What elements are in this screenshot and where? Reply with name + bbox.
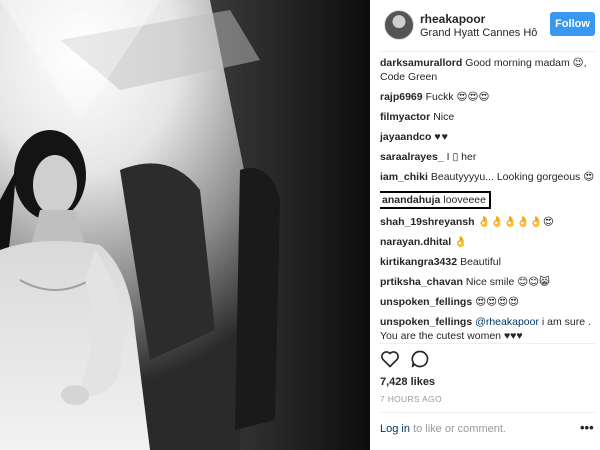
comment-item: unspoken_fellings @rheakapoor i am sure .…	[380, 315, 596, 342]
comment-username[interactable]: prtiksha_chavan	[380, 276, 463, 288]
footer-divider	[380, 412, 596, 413]
header-divider	[380, 51, 596, 52]
comment-username[interactable]: filmyactor	[380, 111, 430, 123]
comment-text: 👌👌👌👌👌😍	[477, 216, 554, 228]
comment-item: prtiksha_chavan Nice smile 😊😊😸	[380, 275, 596, 289]
comment-item: iam_chiki Beautyyyyu... Looking gorgeous …	[380, 170, 596, 184]
comment-username[interactable]: unspoken_fellings	[380, 296, 472, 308]
comment-text: Beautiful	[460, 256, 501, 268]
post-username[interactable]: rheakapoor	[420, 12, 485, 26]
comment-username[interactable]: narayan.dhital	[380, 236, 451, 248]
login-prompt-text: to like or comment.	[409, 423, 506, 435]
comment-username[interactable]: darksamurallord	[380, 57, 462, 69]
comment-text: ♥♥	[434, 131, 449, 143]
actions-divider	[380, 343, 596, 344]
comment-item: jayaandco ♥♥	[380, 130, 596, 144]
avatar[interactable]	[384, 10, 414, 40]
comment-username[interactable]: rajp6969	[380, 91, 423, 103]
comment-text: Nice	[433, 111, 455, 123]
comment-text: looveeee	[443, 194, 486, 206]
comment-username[interactable]: unspoken_fellings	[380, 316, 472, 328]
likes-count[interactable]: 7,428 likes	[380, 376, 435, 388]
comment-text: Beautyyyyu... Looking gorgeous 😍	[430, 171, 595, 183]
heart-outline-icon[interactable]	[380, 349, 400, 369]
action-bar	[380, 349, 450, 369]
comment-text: 😍😍😍😍	[475, 296, 519, 308]
highlighted-comment-item: anandahuja looveeee	[380, 191, 491, 209]
comment-text: Fuckk 😍😍😍	[425, 91, 490, 103]
instagram-post: rheakapoor Grand Hyatt Cannes Hô... Foll…	[0, 0, 600, 450]
comment-bubble-icon[interactable]	[410, 349, 430, 369]
comments-list[interactable]: darksamurallord Good morning madam 😉, Cod…	[380, 56, 596, 342]
comment-item: kirtikangra3432 Beautiful	[380, 255, 596, 269]
login-prompt: Log in to like or comment.	[380, 423, 506, 435]
comment-username[interactable]: kirtikangra3432	[380, 256, 457, 268]
comment-item: saraalrayes_ I ▯ her	[380, 150, 596, 164]
comment-username[interactable]: saraalrayes_	[380, 151, 444, 163]
comment-username[interactable]: jayaandco	[380, 131, 431, 143]
comment-username[interactable]: shah_19shreyansh	[380, 216, 475, 228]
comment-item: darksamurallord Good morning madam 😉, Cod…	[380, 56, 596, 84]
comment-text: 👌	[454, 236, 468, 248]
comment-item: narayan.dhital 👌	[380, 235, 596, 249]
comment-item: filmyactor Nice	[380, 110, 596, 124]
post-header: rheakapoor Grand Hyatt Cannes Hô... Foll…	[370, 0, 600, 50]
comment-username[interactable]: anandahuja	[382, 194, 440, 206]
comment-item: shah_19shreyansh 👌👌👌👌👌😍	[380, 215, 596, 229]
login-link[interactable]: Log in	[380, 423, 410, 435]
post-sidebar: rheakapoor Grand Hyatt Cannes Hô... Foll…	[370, 0, 600, 450]
post-photo[interactable]	[0, 0, 370, 450]
comment-mention[interactable]: @rheakapoor	[475, 316, 539, 328]
comment-item: rajp6969 Fuckk 😍😍😍	[380, 90, 596, 104]
comment-username[interactable]: iam_chiki	[380, 171, 428, 183]
more-options-button[interactable]: •••	[580, 420, 594, 435]
comment-item: unspoken_fellings 😍😍😍😍	[380, 295, 596, 309]
post-timestamp: 7 HOURS AGO	[380, 394, 442, 404]
photo-illustration	[0, 0, 370, 450]
comment-text: Nice smile 😊😊😸	[465, 276, 551, 288]
post-location[interactable]: Grand Hyatt Cannes Hô...	[420, 27, 538, 39]
comment-text: I ▯ her	[446, 151, 477, 163]
follow-button[interactable]: Follow	[550, 12, 595, 36]
